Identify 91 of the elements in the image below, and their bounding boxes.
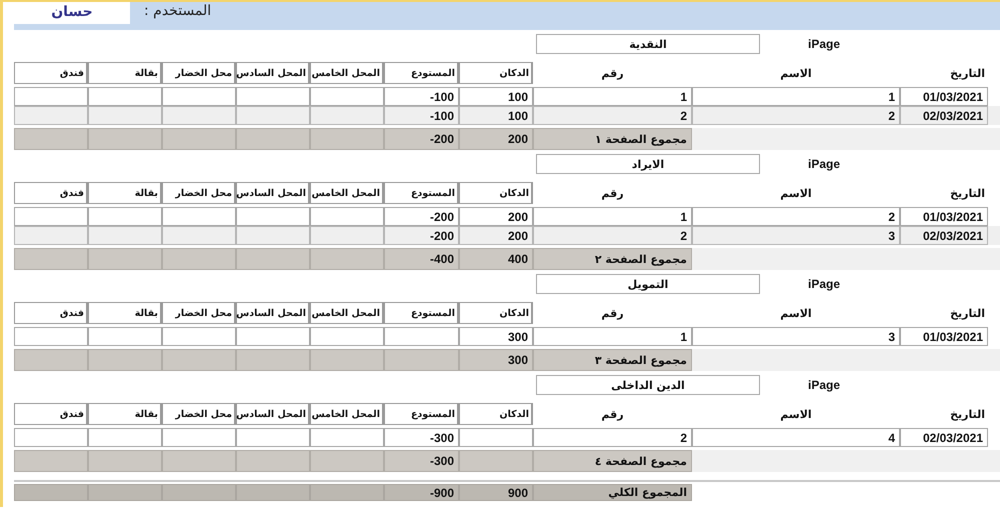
column-header: محل الخضار xyxy=(162,182,236,204)
column-header: المحل الخامس xyxy=(310,182,384,204)
table-cell: 3 xyxy=(692,226,900,245)
column-header: رقم xyxy=(600,66,625,82)
column-header: المحل الخامس xyxy=(310,62,384,84)
table-cell: 200 xyxy=(459,226,533,245)
column-header: التاريخ xyxy=(949,66,986,82)
table-cell: -100 xyxy=(384,106,459,125)
table-cell: -200 xyxy=(384,128,459,150)
table-cell: -300 xyxy=(384,428,459,447)
user-label: المستخدم : xyxy=(144,3,212,19)
table-cell: 2 xyxy=(533,226,692,245)
table-cell: 100 xyxy=(459,106,533,125)
table-cell: -200 xyxy=(384,226,459,245)
column-header: الاسم xyxy=(779,66,813,82)
column-header: فندق xyxy=(14,302,88,324)
section-title-field: الايراد xyxy=(536,154,760,174)
table-cell: 400 xyxy=(459,248,533,270)
page-label: iPage xyxy=(808,277,840,291)
column-header: فندق xyxy=(14,403,88,425)
table-cell: 2 xyxy=(533,428,692,447)
table-cell: 2 xyxy=(692,106,900,125)
column-header: المحل الخامس xyxy=(310,302,384,324)
table-cell: 01/03/2021 xyxy=(900,207,988,226)
section-title-field: التمويل xyxy=(536,274,760,294)
column-header: الدكان xyxy=(459,182,533,204)
column-header: الاسم xyxy=(779,306,813,322)
column-header: الدكان xyxy=(459,302,533,324)
table-cell: -100 xyxy=(384,87,459,106)
section-title-field: النقدية xyxy=(536,34,760,54)
column-header: المستودع xyxy=(384,302,459,324)
table-cell: 200 xyxy=(459,128,533,150)
column-header: بقالة xyxy=(88,403,162,425)
subtotal-label: مجموع الصفحة ١ xyxy=(533,128,692,150)
subtotal-label: مجموع الصفحة ٣ xyxy=(533,349,692,371)
column-header: الاسم xyxy=(779,406,813,423)
column-header: المحل السادس xyxy=(236,182,310,204)
section-title-field: الدين الداخلى xyxy=(536,375,760,395)
table-cell: -400 xyxy=(384,248,459,270)
column-header: المستودع xyxy=(384,62,459,84)
page-label: iPage xyxy=(808,157,840,171)
table-cell: 01/03/2021 xyxy=(900,87,988,106)
column-header: بقالة xyxy=(88,182,162,204)
column-header: رقم xyxy=(600,306,625,322)
column-header: بقالة xyxy=(88,62,162,84)
table-cell: 1 xyxy=(533,207,692,226)
table-cell: 02/03/2021 xyxy=(900,428,988,447)
column-header: محل الخضار xyxy=(162,302,236,324)
table-cell: -200 xyxy=(384,207,459,226)
column-header: فندق xyxy=(14,182,88,204)
table-cell: -900 xyxy=(384,484,459,501)
table-cell: 300 xyxy=(459,327,533,346)
grand-total-label: المجموع الكلي xyxy=(533,484,692,501)
column-header: الدكان xyxy=(459,62,533,84)
column-header: فندق xyxy=(14,62,88,84)
column-header: محل الخضار xyxy=(162,62,236,84)
table-cell: 2 xyxy=(533,106,692,125)
table-cell: 200 xyxy=(459,207,533,226)
user-name-field[interactable]: حسان xyxy=(14,2,130,24)
column-header: المحل الخامس xyxy=(310,403,384,425)
column-header: المستودع xyxy=(384,403,459,425)
table-cell: 2 xyxy=(692,207,900,226)
column-header: المستودع xyxy=(384,182,459,204)
column-header: بقالة xyxy=(88,302,162,324)
table-cell: 4 xyxy=(692,428,900,447)
table-cell: -300 xyxy=(384,450,459,472)
column-header: التاريخ xyxy=(949,306,986,322)
column-header: رقم xyxy=(600,186,625,202)
column-header: المحل السادس xyxy=(236,403,310,425)
column-header: محل الخضار xyxy=(162,403,236,425)
column-header: التاريخ xyxy=(949,186,986,202)
column-header: رقم xyxy=(600,406,625,423)
table-cell: 3 xyxy=(692,327,900,346)
table-cell: 100 xyxy=(459,87,533,106)
table-cell: 1 xyxy=(533,87,692,106)
subtotal-label: مجموع الصفحة ٢ xyxy=(533,248,692,270)
table-cell: 1 xyxy=(533,327,692,346)
page-label: iPage xyxy=(808,378,840,392)
column-header: الدكان xyxy=(459,403,533,425)
page-label: iPage xyxy=(808,37,840,51)
column-header: المحل السادس xyxy=(236,302,310,324)
table-cell: 300 xyxy=(459,349,533,371)
subtotal-label: مجموع الصفحة ٤ xyxy=(533,450,692,472)
column-header: المحل السادس xyxy=(236,62,310,84)
column-header: الاسم xyxy=(779,186,813,202)
column-header: التاريخ xyxy=(949,406,986,423)
table-cell: 1 xyxy=(692,87,900,106)
table-cell: 900 xyxy=(459,484,533,501)
table-cell: 01/03/2021 xyxy=(900,327,988,346)
table-cell: 02/03/2021 xyxy=(900,106,988,125)
table-cell: 02/03/2021 xyxy=(900,226,988,245)
